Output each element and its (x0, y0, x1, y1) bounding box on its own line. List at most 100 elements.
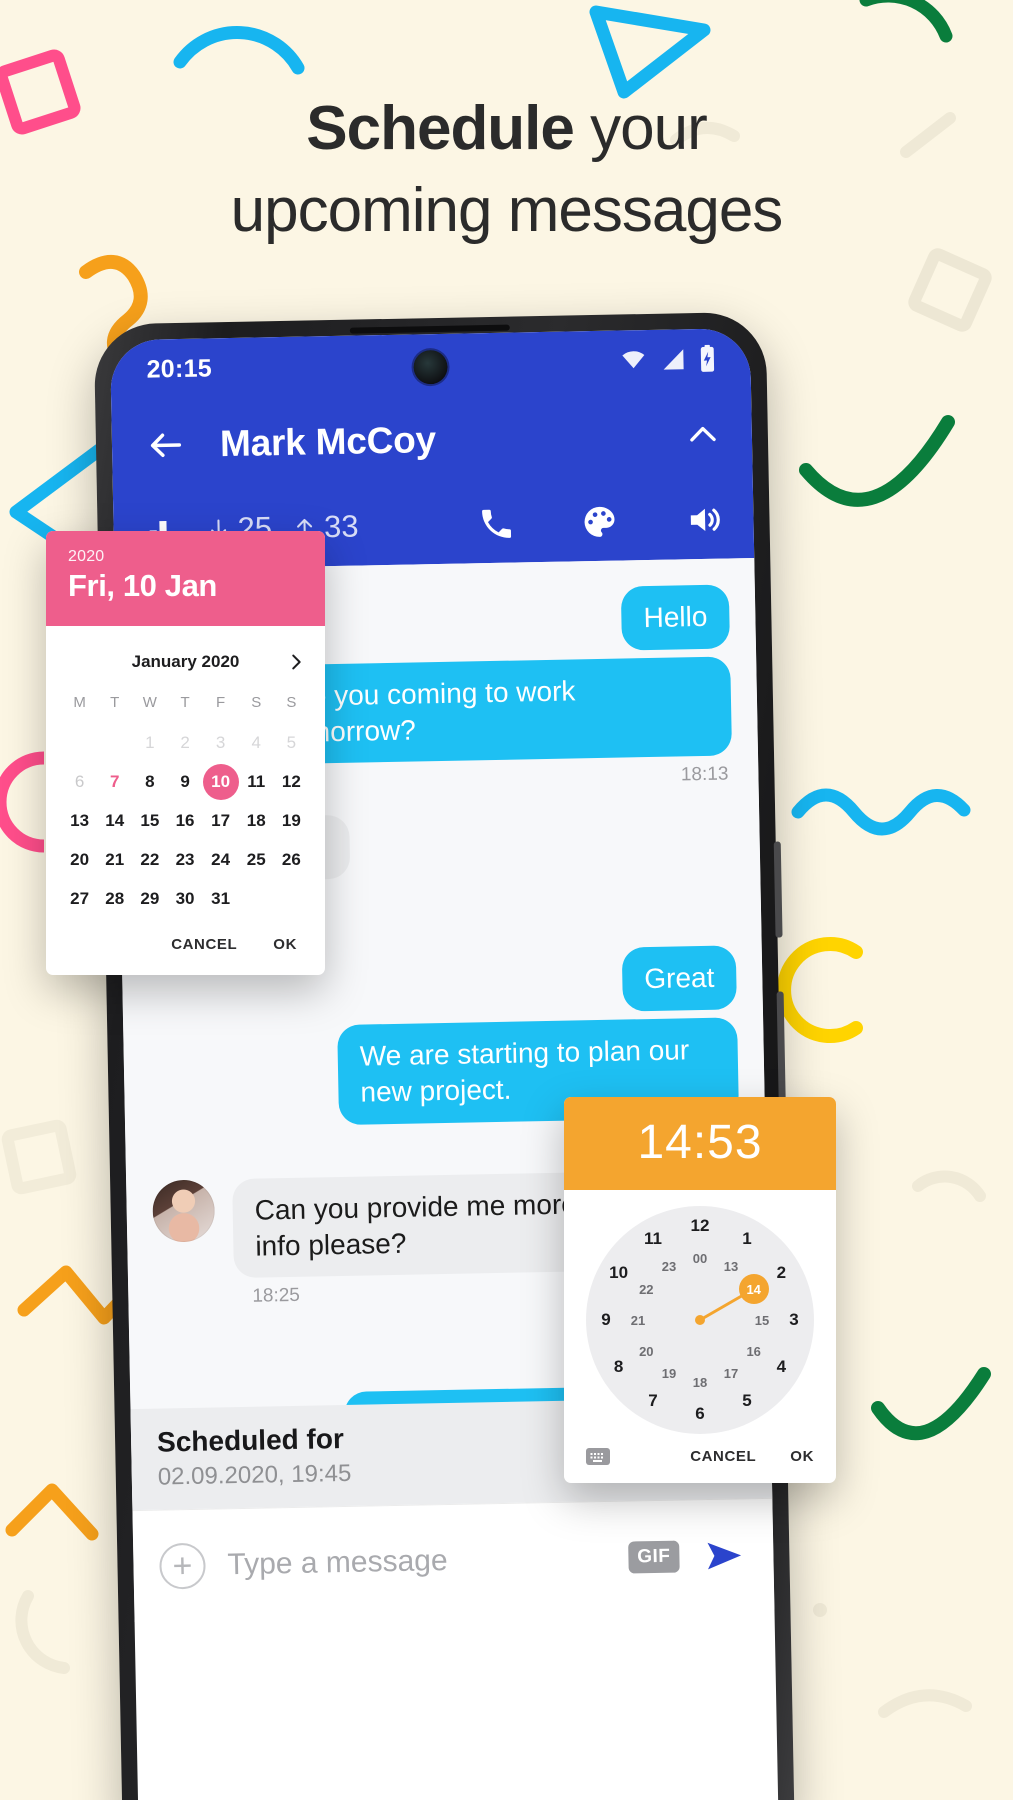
calendar-day-16[interactable]: 16 (167, 801, 202, 840)
headline-line-1: Schedule your (0, 88, 1013, 170)
calendar-day-3[interactable]: 3 (203, 723, 239, 762)
calendar-day-28[interactable]: 28 (97, 879, 132, 918)
page-title: Schedule your upcoming messages (0, 88, 1013, 253)
message-bubble[interactable]: Great (621, 945, 737, 1012)
clock-center-hub (695, 1315, 705, 1325)
calendar-day-17[interactable]: 17 (203, 801, 239, 840)
calendar-day-25[interactable]: 25 (239, 840, 274, 879)
clock-hour-8[interactable]: 8 (604, 1352, 634, 1382)
calendar-day-13[interactable]: 13 (62, 801, 97, 840)
calendar-day-20[interactable]: 20 (62, 840, 97, 879)
calendar-weekday: S (251, 694, 262, 711)
time-picker-buttons: CANCEL OK (690, 1448, 814, 1465)
clock-hour-4[interactable]: 4 (766, 1352, 796, 1382)
time-picker-header[interactable]: 14:53 (564, 1097, 836, 1190)
calendar-weekday: F (216, 694, 226, 711)
clock-hour-18[interactable]: 18 (685, 1367, 715, 1397)
calendar-day-22[interactable]: 22 (132, 840, 167, 879)
chevron-up-icon[interactable] (684, 416, 723, 455)
calendar-day-8[interactable]: 8 (132, 762, 167, 801)
promo-screenshot: Schedule your upcoming messages 20:15 Ma… (0, 0, 1013, 1800)
time-ok-button[interactable]: OK (790, 1448, 814, 1465)
calendar-week-row: 20 21 22 23 24 25 26 (62, 840, 309, 879)
calendar-day-2[interactable]: 2 (167, 723, 202, 762)
calendar-day-7[interactable]: 7 (97, 762, 132, 801)
calendar-day-1[interactable]: 1 (132, 723, 167, 762)
date-ok-button[interactable]: OK (273, 936, 297, 953)
calendar-day-empty (62, 723, 97, 762)
clock-hour-11[interactable]: 11 (638, 1224, 668, 1254)
clock-hour-10[interactable]: 10 (604, 1258, 634, 1288)
calendar-grid[interactable]: MTWTFSS 1 2 3 4 5 6 7 8 9 10 11 12 13 14 15 16 17 18 19 20 2… (62, 684, 309, 918)
clock-face[interactable]: 1 2 3 4 5 6 7 8 9 10 11 12 13 14 15 16 17 18 19 20 21 22 23 00 (586, 1206, 814, 1434)
clock-hour-13[interactable]: 13 (716, 1251, 746, 1281)
clock-hour-17[interactable]: 17 (716, 1359, 746, 1389)
date-cancel-button[interactable]: CANCEL (171, 936, 237, 953)
message-input-bar: + Type a message GIF (132, 1497, 775, 1623)
time-picker-dialog[interactable]: 14:53 1 2 3 4 5 6 7 8 9 10 11 12 13 14 15 16 17 18 19 20 21 2… (564, 1097, 836, 1483)
message-bubble[interactable]: Can you provide me more info please? (232, 1171, 614, 1279)
clock-hour-3[interactable]: 3 (779, 1305, 809, 1335)
plus-circle-icon[interactable]: + (159, 1542, 206, 1590)
calendar-day-27[interactable]: 27 (62, 879, 97, 918)
calendar-day-30[interactable]: 30 (167, 879, 202, 918)
clock-hour-5[interactable]: 5 (732, 1386, 762, 1416)
message-bubble[interactable]: Are you coming to work tomorrow? (260, 656, 733, 765)
clock-hour-20[interactable]: 20 (631, 1336, 661, 1366)
date-picker-dialog[interactable]: 2020 Fri, 10 Jan January 2020 MTWTFSS 12… (46, 531, 325, 975)
clock-hour-1[interactable]: 1 (732, 1224, 762, 1254)
conversation-header: Mark McCoy (111, 388, 753, 492)
clock-hour-6[interactable]: 6 (685, 1399, 715, 1429)
calendar-day-23[interactable]: 23 (167, 840, 202, 879)
headline-line-2: upcoming messages (230, 176, 784, 246)
calendar-day-14[interactable]: 14 (97, 801, 132, 840)
month-label: January 2020 (131, 652, 240, 671)
calendar-day-10[interactable]: 10 (202, 762, 239, 801)
avatar[interactable] (152, 1179, 216, 1243)
clock-hour-7[interactable]: 7 (638, 1386, 668, 1416)
send-icon[interactable] (701, 1535, 748, 1576)
clock-hour-15[interactable]: 15 (747, 1305, 777, 1335)
clock-hour-2[interactable]: 2 (766, 1258, 796, 1288)
volume-up-button[interactable] (773, 841, 783, 938)
calendar-day-12[interactable]: 12 (274, 762, 309, 801)
calendar-weekday: T (180, 694, 190, 711)
calendar-day-4[interactable]: 4 (239, 723, 274, 762)
clock-hour-21[interactable]: 21 (623, 1305, 653, 1335)
clock-hour-14[interactable]: 14 (738, 1274, 769, 1304)
date-picker-date[interactable]: Fri, 10 Jan (68, 568, 303, 604)
chevron-right-icon[interactable] (285, 651, 307, 673)
keyboard-icon[interactable] (586, 1448, 610, 1465)
calendar-day-11[interactable]: 11 (239, 762, 274, 801)
calendar-day-5[interactable]: 5 (274, 723, 309, 762)
month-nav: January 2020 (62, 640, 309, 684)
calendar-day-15[interactable]: 15 (132, 801, 167, 840)
calendar-day-29[interactable]: 29 (132, 879, 167, 918)
calendar-day-24[interactable]: 24 (203, 840, 239, 879)
clock-hour-9[interactable]: 9 (591, 1305, 621, 1335)
clock-hour-12[interactable]: 12 (685, 1211, 715, 1241)
calendar-day-19[interactable]: 19 (274, 801, 309, 840)
clock-hour-23[interactable]: 23 (654, 1251, 684, 1281)
arrow-left-icon[interactable] (146, 425, 187, 466)
headline-rest: your (573, 94, 708, 163)
date-picker-year[interactable]: 2020 (68, 548, 303, 566)
contact-name: Mark McCoy (219, 419, 437, 465)
clock-hour-00[interactable]: 00 (685, 1243, 715, 1273)
palette-icon[interactable] (579, 502, 620, 543)
calendar-day-26[interactable]: 26 (274, 840, 309, 879)
signal-icon (663, 349, 684, 370)
calendar-day-31[interactable]: 31 (203, 879, 239, 918)
volume-icon[interactable] (683, 501, 724, 540)
message-input[interactable]: Type a message (227, 1540, 606, 1581)
phone-icon[interactable] (477, 505, 516, 544)
calendar-day-21[interactable]: 21 (97, 840, 132, 879)
calendar-weekday-row: MTWTFSS (62, 684, 309, 723)
calendar-day-6[interactable]: 6 (62, 762, 97, 801)
time-cancel-button[interactable]: CANCEL (690, 1448, 756, 1465)
calendar-day-9[interactable]: 9 (167, 762, 202, 801)
message-bubble[interactable]: Hello (620, 584, 730, 651)
calendar-day-18[interactable]: 18 (239, 801, 274, 840)
calendar-week-row: 13 14 15 16 17 18 19 (62, 801, 309, 840)
gif-button[interactable]: GIF (627, 1540, 680, 1574)
